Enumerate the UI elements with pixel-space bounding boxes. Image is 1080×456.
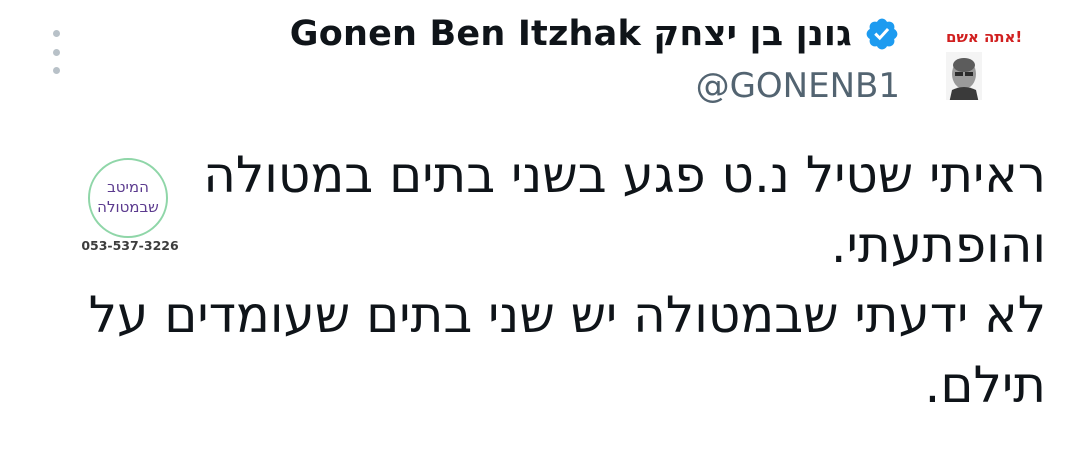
tweet-header: Gonen Ben Itzhak גונן בן יצחק @GONENB1	[260, 10, 900, 110]
tweet-text: ראיתי שטיל נ.ט פגע בשני בתים במטולה והופ…	[86, 140, 1046, 420]
verified-badge-icon	[866, 18, 898, 50]
tweet-line: והופתעתי.	[830, 216, 1046, 274]
watermark-logo: המיטב שבמטולה 053-537-3226	[78, 158, 182, 258]
tweet-line: ראיתי שטיל נ.ט פגע בשני בתים במטולה	[203, 146, 1046, 204]
author-avatar[interactable]: !אתה אשם	[940, 14, 1050, 100]
more-dot	[52, 48, 60, 56]
watermark-line2: שבמטולה	[97, 198, 159, 216]
watermark-phone: 053-537-3226	[81, 238, 179, 253]
avatar-photo	[946, 52, 982, 100]
tweet-line: תילם.	[924, 356, 1046, 414]
more-dot	[52, 67, 60, 74]
more-dot	[52, 30, 60, 37]
author-name-row: Gonen Ben Itzhak גונן בן יצחק	[290, 14, 900, 54]
tweet-line: לא ידעתי שבמטולה יש שני בתים שעומדים על	[88, 286, 1046, 344]
author-handle[interactable]: @GONENB1	[696, 66, 900, 106]
more-options-icon[interactable]	[44, 30, 68, 74]
avatar-caption: !אתה אשם	[946, 28, 1023, 46]
author-display-name[interactable]: Gonen Ben Itzhak גונן בן יצחק	[290, 14, 852, 54]
watermark-line1: המיטב	[107, 178, 149, 196]
